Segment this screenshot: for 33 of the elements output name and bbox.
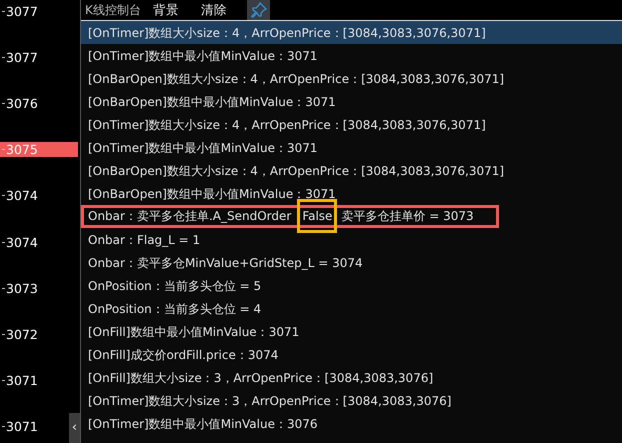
log-row[interactable]: [OnFill]数组大小size：3，ArrOpenPrice：[3084,3083,3076] bbox=[81, 366, 622, 389]
log-row[interactable]: [OnBarOpen]数组大小size：4，ArrOpenPrice：[3084,3083,3076,3071] bbox=[81, 67, 622, 90]
pin-icon bbox=[250, 2, 266, 18]
log-row[interactable]: [OnBarOpen]数组中最小值MinValue：3071 bbox=[81, 90, 622, 113]
log-text: Onbar：卖平多仓挂单.A_SendOrder bbox=[88, 209, 292, 223]
log-row[interactable]: [OnTimer]数组大小size：4，ArrOpenPrice：[3084,3083,3076,3071] bbox=[81, 21, 622, 44]
price-label: 3073 bbox=[0, 280, 78, 296]
log-row[interactable]: Onbar：卖平多仓MinValue+GridStep_L = 3074 bbox=[81, 251, 622, 274]
price-label: 3071 bbox=[0, 373, 78, 388]
menu-item[interactable]: 清除 bbox=[199, 0, 229, 20]
price-label: 3074 bbox=[0, 234, 78, 250]
price-label: 3077 bbox=[0, 4, 78, 19]
collapse-button[interactable]: ‹ bbox=[69, 413, 80, 443]
price-label: 3076 bbox=[0, 96, 78, 111]
log-row[interactable]: [OnTimer]数组中最小值MinValue：3071 bbox=[81, 44, 622, 67]
log-row[interactable]: OnPosition：当前多头仓位 = 4 bbox=[81, 297, 622, 320]
menu-item[interactable]: 背景 bbox=[151, 0, 181, 20]
log-row[interactable]: [OnTimer]数组大小size：3，ArrOpenPrice：[3084,3083,3076] bbox=[81, 389, 622, 412]
price-label: 3075 bbox=[0, 142, 78, 158]
console-title: K线控制台 bbox=[84, 2, 142, 19]
price-label: 3072 bbox=[0, 326, 78, 342]
log-row[interactable]: [OnTimer]数组中最小值MinValue：3071 bbox=[81, 136, 622, 159]
price-label: 3074 bbox=[0, 188, 78, 204]
pin-button[interactable] bbox=[247, 0, 270, 20]
log-row[interactable]: [OnTimer]数组中最小值MinValue：3076 bbox=[81, 412, 622, 435]
log-row[interactable]: [OnTimer]数组大小size：4，ArrOpenPrice：[3084,3083,3076,3071] bbox=[81, 113, 622, 136]
price-label: 3077 bbox=[0, 50, 78, 65]
highlighted-value: False bbox=[297, 199, 338, 233]
log-row[interactable]: [OnFill]成交价ordFill.price：3074 bbox=[81, 343, 622, 366]
log-row[interactable]: [OnBarOpen]数组大小size：4，ArrOpenPrice：[3084,3083,3076,3071] bbox=[81, 159, 622, 182]
log-text: 卖平多仓挂单价 = 3073 bbox=[341, 209, 474, 223]
log-row[interactable]: [OnFill]数组中最小值MinValue：3071 bbox=[81, 320, 622, 343]
log-row[interactable]: OnPosition：当前多头仓位 = 5 bbox=[81, 274, 622, 297]
